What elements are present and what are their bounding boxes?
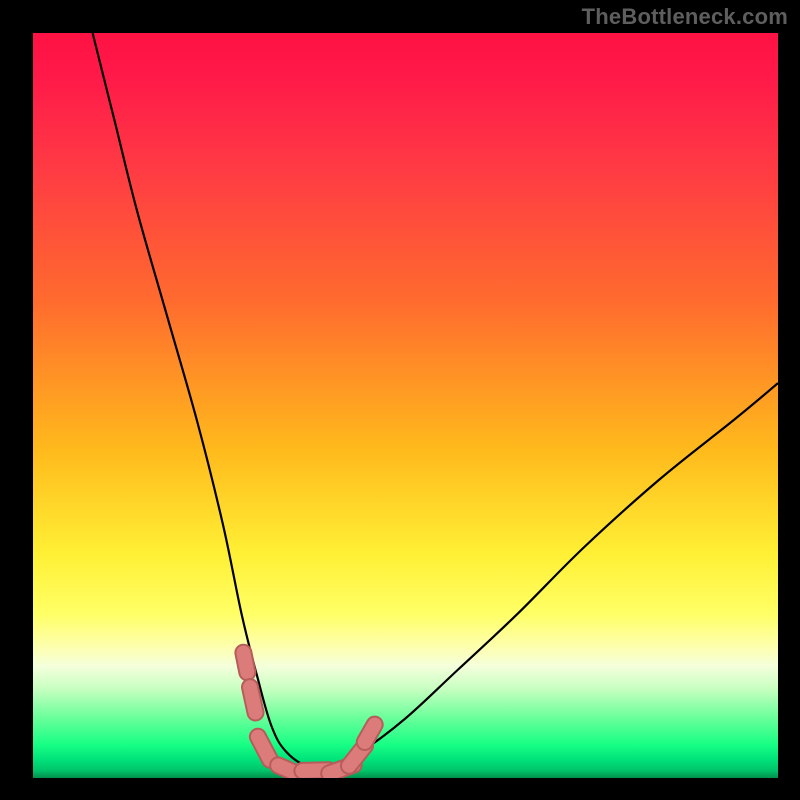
chart-frame: TheBottleneck.com	[0, 0, 800, 800]
curve-marker	[250, 687, 256, 712]
curve-marker	[243, 653, 247, 673]
plot-area	[33, 33, 778, 778]
curve-markers	[243, 653, 374, 776]
watermark-label: TheBottleneck.com	[582, 4, 788, 30]
bottleneck-curve	[93, 33, 778, 769]
curve-layer	[33, 33, 778, 778]
curve-marker	[365, 725, 375, 742]
